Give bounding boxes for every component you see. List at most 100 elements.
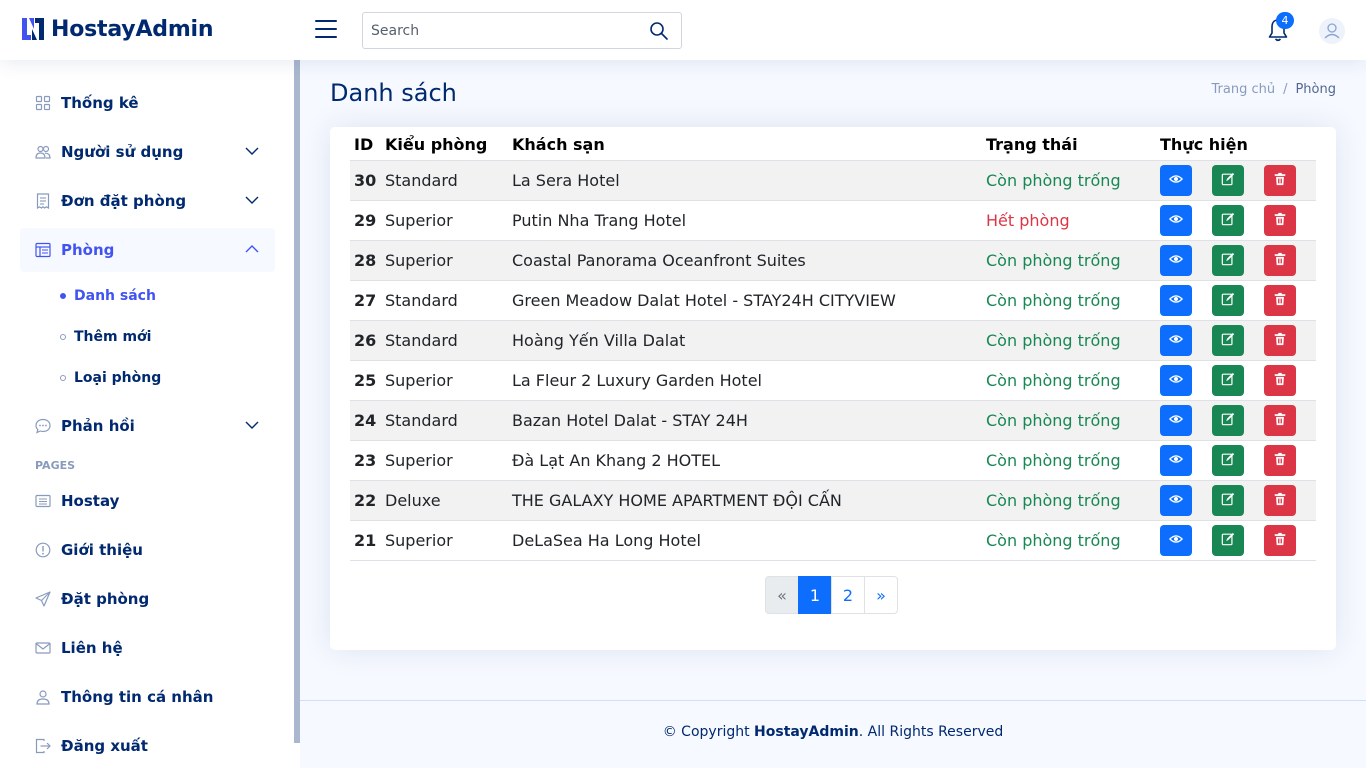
sidebar-item-label: Giới thiệu <box>61 541 143 559</box>
eye-icon <box>1168 251 1184 270</box>
toggle-sidebar-button[interactable] <box>315 20 337 40</box>
cell-id: 29 <box>350 200 385 241</box>
sidebar-subitem-list[interactable]: Danh sách <box>60 284 156 308</box>
cell-id: 23 <box>350 440 385 481</box>
eye-icon <box>1168 451 1184 470</box>
table-row: 21 Superior DeLaSea Ha Long Hotel Còn phòng… <box>350 520 1316 561</box>
edit-button[interactable] <box>1212 524 1244 556</box>
view-button[interactable] <box>1160 484 1192 516</box>
view-button[interactable] <box>1160 244 1192 276</box>
delete-button[interactable] <box>1264 444 1296 476</box>
cell-actions <box>1160 280 1316 321</box>
top-header: HostayAdmin 4 <box>0 0 1366 60</box>
sidebar-item-bookings[interactable]: Đơn đặt phòng <box>20 179 275 223</box>
edit-button[interactable] <box>1212 484 1244 516</box>
sidebar-item-hostay[interactable]: Hostay <box>20 479 275 523</box>
cell-id: 26 <box>350 320 385 361</box>
edit-button[interactable] <box>1212 444 1244 476</box>
edit-icon <box>1221 531 1235 550</box>
sidebar-item-feedback[interactable]: Phản hồi <box>20 404 275 448</box>
table-row: 30 Standard La Sera Hotel Còn phòng trống <box>350 160 1316 201</box>
sidebar-scrollbar[interactable] <box>294 60 300 743</box>
pagination-page[interactable]: 1 <box>798 576 832 614</box>
column-header-status: Trạng thái <box>986 127 1160 161</box>
cell-hotel: Coastal Panorama Oceanfront Suites <box>512 240 986 281</box>
action-group <box>1160 284 1316 316</box>
pagination-next[interactable]: » <box>864 576 898 614</box>
brand-logo[interactable]: HostayAdmin <box>20 16 214 42</box>
trash-icon <box>1273 291 1287 310</box>
cell-room-type: Superior <box>385 360 512 401</box>
bullet-icon <box>60 334 66 340</box>
view-button[interactable] <box>1160 324 1192 356</box>
sidebar-item-label: Hostay <box>61 492 120 510</box>
card-list-icon <box>35 494 51 508</box>
sidebar-item-users[interactable]: Người sử dụng <box>20 130 275 174</box>
notification-badge: 4 <box>1276 12 1294 29</box>
view-button[interactable] <box>1160 204 1192 236</box>
sidebar-subitem-room-types[interactable]: Loại phòng <box>60 366 161 390</box>
delete-button[interactable] <box>1264 484 1296 516</box>
view-button[interactable] <box>1160 364 1192 396</box>
pagination-prev[interactable]: « <box>765 576 799 614</box>
rooms-card: ID Kiểu phòng Khách sạn Trạng thái Thực … <box>330 127 1336 650</box>
pagination-page[interactable]: 2 <box>831 576 865 614</box>
logo-icon <box>22 18 44 40</box>
action-group <box>1160 204 1316 236</box>
breadcrumb-home-link[interactable]: Trang chủ <box>1211 82 1275 97</box>
view-button[interactable] <box>1160 404 1192 436</box>
view-button[interactable] <box>1160 164 1192 196</box>
delete-button[interactable] <box>1264 244 1296 276</box>
view-button[interactable] <box>1160 524 1192 556</box>
search-icon[interactable] <box>649 21 669 41</box>
hamburger-line <box>315 28 337 30</box>
trash-icon <box>1273 171 1287 190</box>
sidebar-subitem-add-new[interactable]: Thêm mới <box>60 325 151 349</box>
chat-icon <box>35 418 51 434</box>
sidebar-item-dashboard[interactable]: Thống kê <box>20 81 275 125</box>
table-row: 26 Standard Hoàng Yến Villa Dalat Còn phòng… <box>350 320 1316 361</box>
eye-icon <box>1168 171 1184 190</box>
delete-button[interactable] <box>1264 164 1296 196</box>
delete-button[interactable] <box>1264 404 1296 436</box>
breadcrumb-current: Phòng <box>1295 82 1336 97</box>
delete-button[interactable] <box>1264 364 1296 396</box>
edit-button[interactable] <box>1212 244 1244 276</box>
sidebar-item-rooms[interactable]: Phòng <box>20 228 275 272</box>
view-button[interactable] <box>1160 284 1192 316</box>
view-button[interactable] <box>1160 444 1192 476</box>
delete-button[interactable] <box>1264 204 1296 236</box>
action-group <box>1160 484 1316 516</box>
delete-button[interactable] <box>1264 524 1296 556</box>
edit-button[interactable] <box>1212 404 1244 436</box>
avatar[interactable] <box>1319 18 1345 44</box>
edit-icon <box>1221 171 1235 190</box>
cell-room-type: Standard <box>385 400 512 441</box>
search-input[interactable] <box>363 13 643 48</box>
edit-icon <box>1221 211 1235 230</box>
cell-hotel: THE GALAXY HOME APARTMENT ĐỘI CẤN <box>512 480 986 521</box>
sidebar-item-label: Đặt phòng <box>61 590 150 608</box>
action-group <box>1160 324 1316 356</box>
delete-button[interactable] <box>1264 324 1296 356</box>
cell-room-type: Superior <box>385 440 512 481</box>
nav-heading-pages: PAGES <box>35 459 76 472</box>
sidebar-item-profile[interactable]: Thông tin cá nhân <box>20 675 275 719</box>
cell-room-type: Standard <box>385 320 512 361</box>
delete-button[interactable] <box>1264 284 1296 316</box>
edit-button[interactable] <box>1212 164 1244 196</box>
person-icon <box>36 690 50 705</box>
edit-button[interactable] <box>1212 204 1244 236</box>
edit-button[interactable] <box>1212 324 1244 356</box>
trash-icon <box>1273 251 1287 270</box>
sidebar-item-book-room[interactable]: Đặt phòng <box>20 577 275 621</box>
sidebar-item-about[interactable]: Giới thiệu <box>20 528 275 572</box>
sidebar-item-logout[interactable]: Đăng xuất <box>20 724 275 768</box>
action-group <box>1160 524 1316 556</box>
edit-button[interactable] <box>1212 364 1244 396</box>
info-icon <box>35 542 51 558</box>
edit-button[interactable] <box>1212 284 1244 316</box>
cell-hotel: DeLaSea Ha Long Hotel <box>512 520 986 561</box>
sidebar-subitem-label: Thêm mới <box>74 329 152 345</box>
sidebar-item-contact[interactable]: Liên hệ <box>20 626 275 670</box>
